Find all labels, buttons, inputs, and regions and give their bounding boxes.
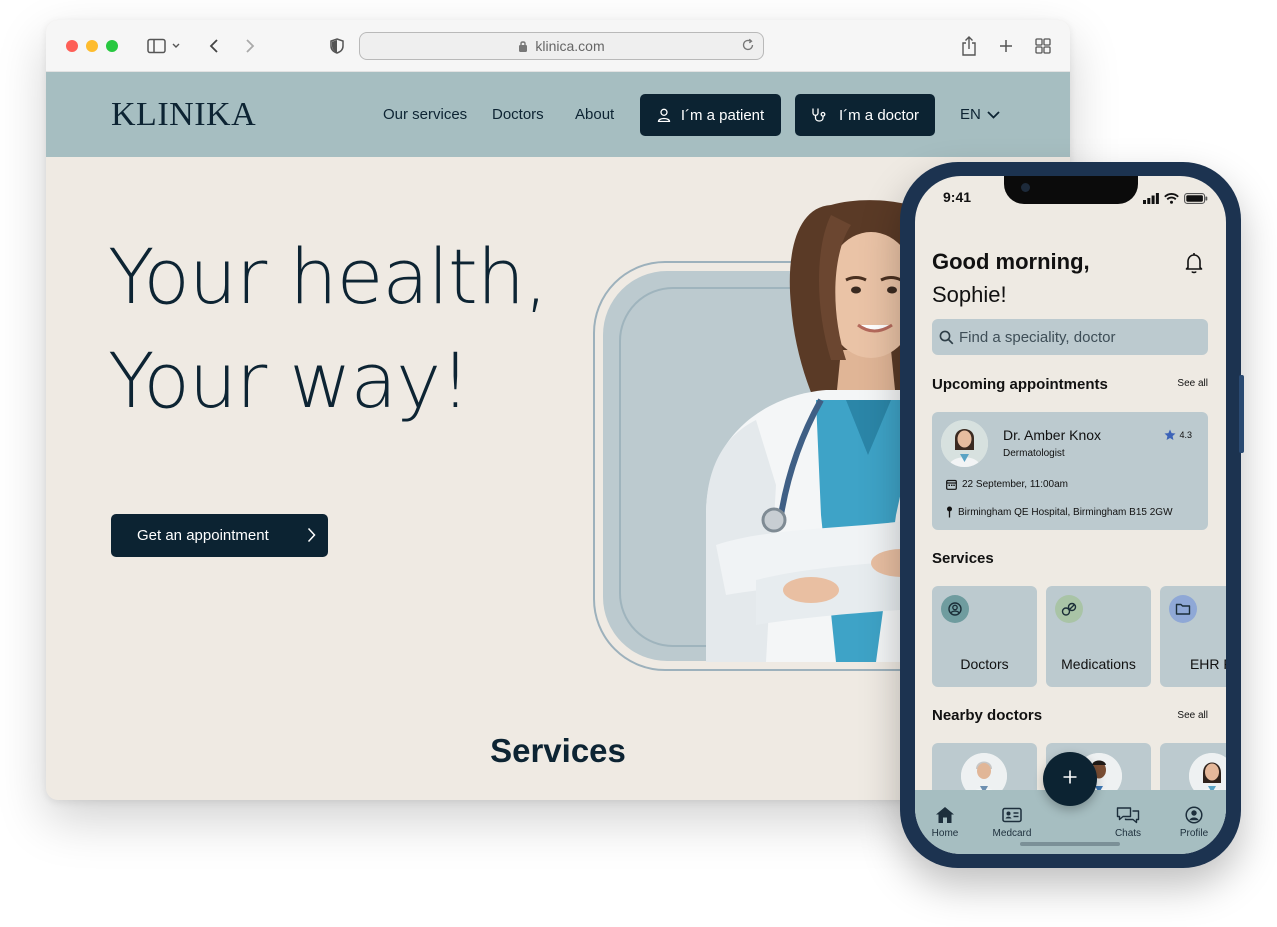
pills-icon	[1055, 595, 1083, 623]
doctor-avatar	[941, 420, 988, 467]
tab-profile-label: Profile	[1179, 828, 1209, 839]
wifi-icon	[1164, 191, 1179, 209]
nav-our-services[interactable]: Our services	[383, 106, 467, 123]
language-selector[interactable]: EN	[960, 106, 1000, 123]
tab-overview-icon[interactable]	[1033, 34, 1053, 58]
reload-icon[interactable]	[741, 38, 755, 52]
search-placeholder: Find a speciality, doctor	[959, 328, 1116, 346]
status-time: 9:41	[943, 189, 972, 205]
close-window-button[interactable]	[66, 40, 78, 52]
tab-home-label: Home	[931, 828, 959, 839]
appointment-datetime: 22 September, 11:00am	[946, 479, 1068, 490]
signal-icon	[1143, 191, 1159, 209]
site-header: KLINIKA Our services Doctors About I´m a…	[46, 72, 1070, 157]
greeting-name: Sophie!	[932, 282, 1007, 307]
sidebar-toggle-icon[interactable]	[144, 34, 184, 58]
phone-screen: 9:41 Good morning, Sophie! Find a specia…	[915, 176, 1226, 854]
tab-chats-label: Chats	[1114, 828, 1142, 839]
get-appointment-button[interactable]: Get an appointment	[111, 514, 328, 557]
greeting-line-1: Good morning,	[932, 249, 1090, 274]
location-pin-icon	[946, 506, 953, 518]
chevron-right-icon	[307, 527, 316, 543]
chat-bubbles-icon	[1103, 805, 1153, 825]
patient-button[interactable]: I´m a patient	[640, 94, 781, 136]
tab-medcard-label: Medcard	[992, 828, 1032, 839]
service-card-doctors[interactable]: Doctors	[932, 586, 1037, 687]
plus-icon	[1062, 769, 1078, 790]
service-label: Doctors	[960, 656, 1009, 672]
appointment-location: Birmingham QE Hospital, Birmingham B15 2…	[946, 506, 1173, 518]
shield-icon[interactable]	[327, 34, 347, 58]
browser-toolbar: klinica.com	[46, 20, 1070, 72]
search-input[interactable]: Find a speciality, doctor	[932, 319, 1208, 355]
nearby-see-all-link[interactable]: See all	[1177, 710, 1208, 721]
appointment-doctor-name: Dr. Amber Knox	[1003, 427, 1102, 443]
get-appointment-label: Get an appointment	[137, 527, 269, 544]
back-arrow-icon[interactable]	[204, 34, 224, 58]
profile-icon	[1169, 805, 1219, 825]
appointment-card[interactable]: Dr. Amber Knox Dermatologist 4.3 22 Sept…	[932, 412, 1208, 530]
upcoming-see-all-link[interactable]: See all	[1177, 378, 1208, 389]
services-section-heading: Services	[932, 550, 994, 567]
share-icon[interactable]	[959, 34, 979, 58]
rating-value: 4.3	[1179, 430, 1192, 440]
service-card-medications[interactable]: Medications	[1046, 586, 1151, 687]
appointment-datetime-text: 22 September, 11:00am	[962, 479, 1068, 490]
doctor-icon	[941, 595, 969, 623]
url-text: klinica.com	[535, 38, 605, 54]
address-bar[interactable]: klinica.com	[359, 32, 764, 60]
new-tab-icon[interactable]	[996, 34, 1016, 58]
service-label: Medications	[1061, 656, 1136, 672]
lock-icon	[518, 40, 528, 52]
status-icons	[1143, 191, 1208, 209]
phone-notch	[1004, 176, 1138, 204]
battery-icon	[1184, 191, 1208, 209]
forward-arrow-icon[interactable]	[240, 34, 260, 58]
language-label: EN	[960, 106, 981, 123]
appointment-doctor-specialty: Dermatologist	[1003, 448, 1065, 459]
appointment-location-text: Birmingham QE Hospital, Birmingham B15 2…	[958, 506, 1173, 518]
tab-medcard[interactable]: Medcard	[987, 805, 1037, 839]
site-logo[interactable]: KLINIKA	[111, 96, 256, 134]
search-icon	[939, 330, 954, 345]
home-icon	[920, 805, 970, 825]
camera-icon	[1021, 183, 1030, 192]
nav-about[interactable]: About	[575, 106, 614, 123]
hero-line-1: Your health,	[108, 232, 548, 321]
hero-line-2: Your way!	[108, 336, 471, 425]
doctor-button-label: I´m a doctor	[838, 106, 920, 124]
calendar-icon	[946, 479, 957, 490]
tab-home[interactable]: Home	[920, 805, 970, 839]
service-card-ehr[interactable]: EHR Fi	[1160, 586, 1226, 687]
doctor-button[interactable]: I´m a doctor	[795, 94, 935, 136]
folder-icon	[1169, 595, 1197, 623]
zoom-window-button[interactable]	[106, 40, 118, 52]
upcoming-appointments-heading: Upcoming appointments	[932, 376, 1108, 393]
minimize-window-button[interactable]	[86, 40, 98, 52]
add-fab-button[interactable]	[1043, 752, 1097, 806]
doctor-rating: 4.3	[1164, 429, 1192, 441]
notification-bell-icon[interactable]	[1184, 252, 1204, 274]
stethoscope-icon	[811, 107, 829, 123]
home-indicator	[1020, 842, 1120, 846]
tab-chats[interactable]: Chats	[1103, 805, 1153, 839]
user-icon	[657, 108, 671, 122]
service-label: EHR Fi	[1189, 656, 1226, 672]
id-card-icon	[987, 805, 1037, 825]
star-icon	[1164, 429, 1176, 441]
power-button	[1239, 375, 1244, 453]
chevron-down-icon	[987, 110, 1000, 119]
hero-title: Your health, Your way!	[108, 225, 548, 433]
tab-profile[interactable]: Profile	[1169, 805, 1219, 839]
patient-button-label: I´m a patient	[680, 106, 765, 124]
nav-doctors[interactable]: Doctors	[492, 106, 544, 123]
nearby-doctors-heading: Nearby doctors	[932, 707, 1043, 724]
